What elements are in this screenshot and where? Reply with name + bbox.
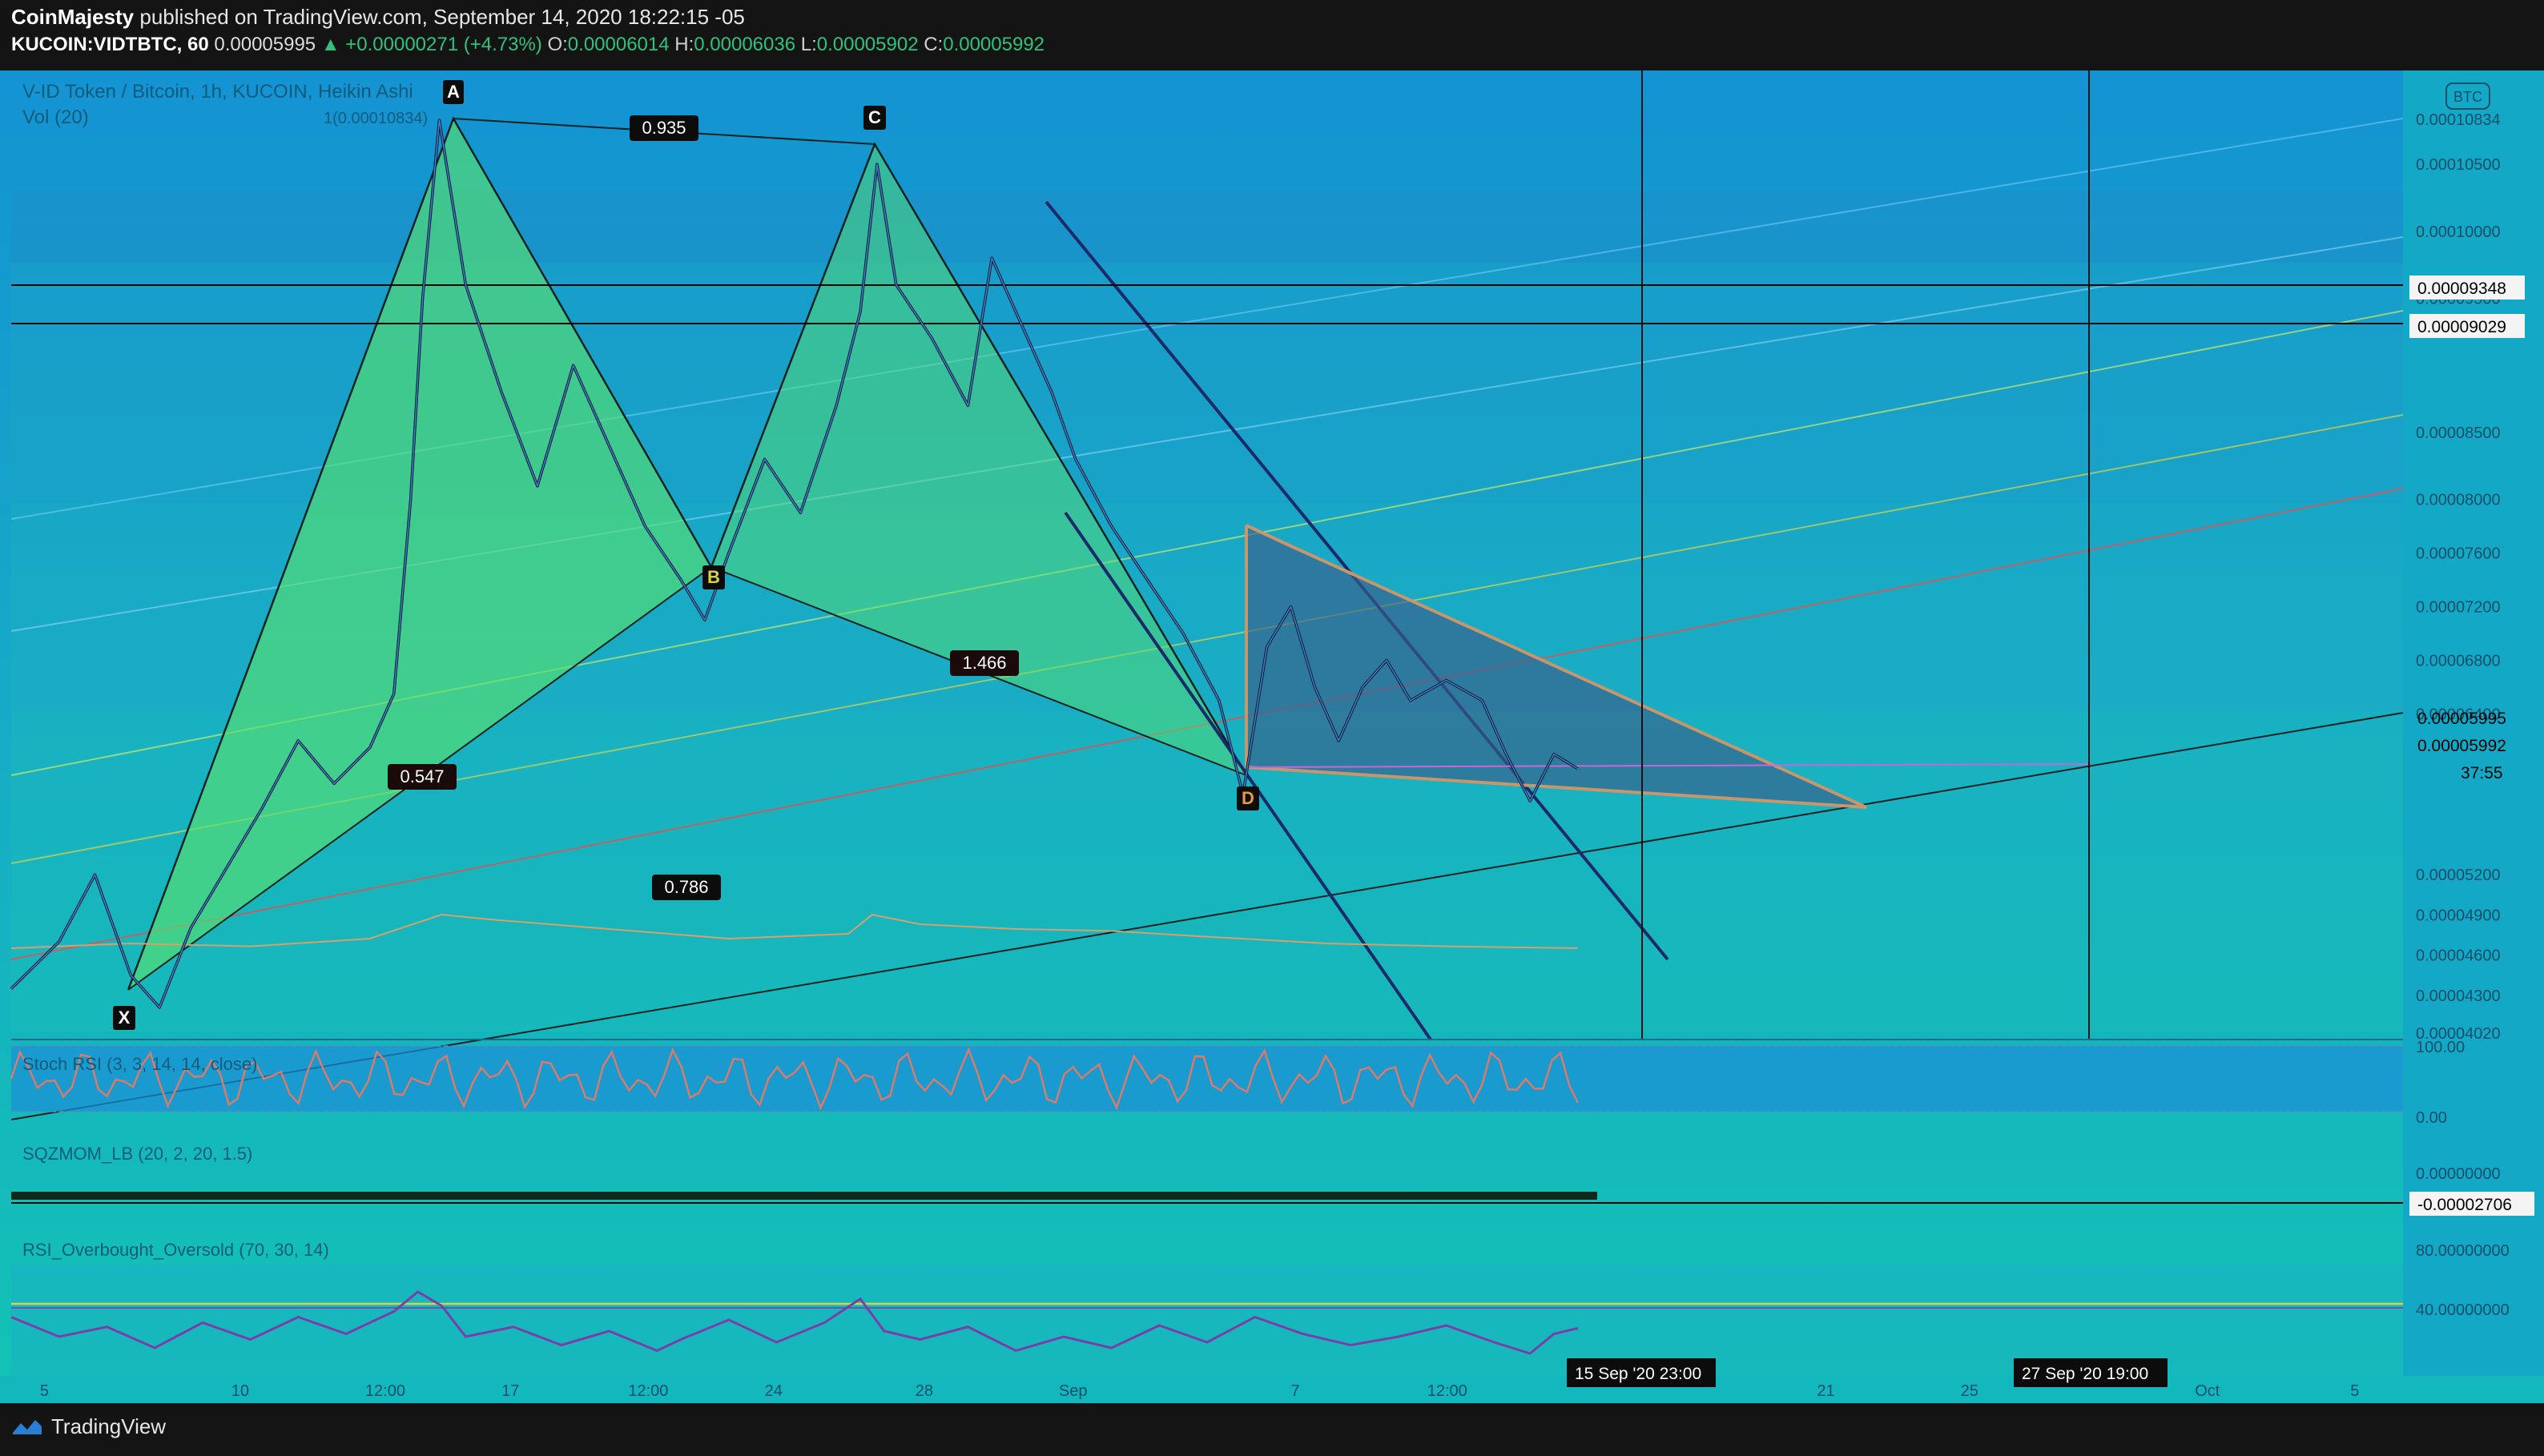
point-c: C [868,107,881,127]
price-tick-2: 0.00010000 [2416,223,2501,241]
price-tick-6: 0.00007600 [2416,545,2501,563]
time-tick-7: Sep [1059,1382,1088,1400]
time-marker-2: 27 Sep '20 19:00 [2022,1365,2148,1383]
change-value: ▲ +0.00000271 (+4.73%) [320,34,542,55]
high-label: H: [674,34,694,55]
rsi-label: RSI_Overbought_Oversold (70, 30, 14) [22,1240,329,1260]
time-marker-1: 15 Sep '20 23:00 [1575,1365,1701,1383]
symbol-label[interactable]: KUCOIN:VIDTBTC, 60 [11,34,209,55]
time-tick-13: 5 [2350,1382,2359,1400]
time-tick-8: 7 [1291,1382,1300,1400]
time-tick-4: 12:00 [628,1382,668,1400]
stoch-tick-100: 100.00 [2416,1039,2465,1056]
rsi-tick-40: 40.00000000 [2416,1301,2510,1319]
stoch-rsi-pane: Stoch RSI (3, 3, 14, 14, close) [10,1039,2403,1112]
price-tick-13: 0.00004300 [2416,987,2501,1005]
hline-label-2: 0.00009029 [2417,318,2506,336]
time-tick-1: 10 [231,1382,249,1400]
time-tick-10: 21 [1817,1382,1834,1400]
last-price-label: 0.00005995 [2417,710,2506,728]
open-label: O: [547,34,568,55]
low-value: 0.00005902 [816,34,919,55]
tradingview-logo[interactable]: TradingView [11,1414,166,1439]
time-tick-0: 5 [40,1382,49,1400]
low-label: L: [800,34,817,55]
time-tick-5: 24 [765,1382,783,1400]
stoch-label: Stoch RSI (3, 3, 14, 14, close) [22,1054,257,1074]
sqz-tick-0: 0.00000000 [2416,1165,2501,1183]
countdown-label: 37:55 [2461,764,2503,782]
price-tick-8: 0.00006800 [2416,652,2501,670]
time-tick-12: Oct [2195,1382,2220,1400]
close-label: C: [924,34,944,55]
price-chart[interactable]: Stoch RSI (3, 3, 14, 14, close) SQZMOM_L… [0,70,2544,1403]
point-a: A [447,82,460,102]
price-tick-0: 0.00010834 [2416,111,2501,129]
sqz-label: SQZMOM_LB (20, 2, 20, 1.5) [22,1144,252,1164]
price-tick-12: 0.00004600 [2416,947,2501,965]
ratio-0.786: 0.786 [664,877,708,897]
price-tick-10: 0.00005200 [2416,867,2501,884]
close-price-label: 0.00005992 [2417,737,2506,755]
sqz-bar [11,1192,1597,1200]
ohlc-line: KUCOIN:VIDTBTC, 60 0.00005995 ▲ +0.00000… [11,34,1045,56]
stoch-tick-0: 0.00 [2416,1109,2447,1127]
fib-label: 1(0.00010834) [324,110,428,127]
rsi-tick-80: 80.00000000 [2416,1242,2510,1260]
ratio-0.935: 0.935 [642,118,686,138]
publisher-name[interactable]: CoinMajesty [11,5,134,29]
tradingview-icon [13,1419,42,1434]
time-tick-2: 12:00 [365,1382,405,1400]
currency-badge[interactable]: BTC [2453,89,2482,105]
price-tick-1: 0.00010500 [2416,156,2501,174]
close-value: 0.00005992 [943,34,1045,55]
time-tick-11: 25 [1961,1382,1978,1400]
point-d: D [1242,788,1254,808]
price-tick-5: 0.00008000 [2416,492,2501,509]
hline-label-1: 0.00009348 [2417,280,2506,298]
sqz-value-label: -0.00002706 [2417,1196,2512,1214]
last-price: 0.00005995 [214,34,316,55]
legend-title[interactable]: V-ID Token / Bitcoin, 1h, KUCOIN, Heikin… [22,81,413,103]
stoch-band [11,1046,2403,1112]
point-b: B [707,567,720,587]
time-tick-9: 12:00 [1427,1382,1467,1400]
published-text: published on TradingView.com, September … [139,5,745,29]
ratio-1.466: 1.466 [962,653,1006,673]
high-value: 0.00006036 [694,34,796,55]
publish-line: CoinMajesty published on TradingView.com… [11,5,745,30]
price-tick-11: 0.00004900 [2416,907,2501,924]
open-value: 0.00006014 [567,34,670,55]
price-tick-4: 0.00008500 [2416,424,2501,442]
time-tick-6: 28 [916,1382,933,1400]
legend-vol[interactable]: Vol (20) [22,107,89,128]
point-x: X [119,1008,131,1028]
ratio-0.547: 0.547 [400,766,444,786]
chart-header: CoinMajesty published on TradingView.com… [0,0,2544,70]
brand-name: TradingView [51,1414,167,1438]
price-tick-7: 0.00007200 [2416,598,2501,616]
time-tick-3: 17 [501,1382,519,1400]
footer: TradingView [0,1403,2544,1456]
